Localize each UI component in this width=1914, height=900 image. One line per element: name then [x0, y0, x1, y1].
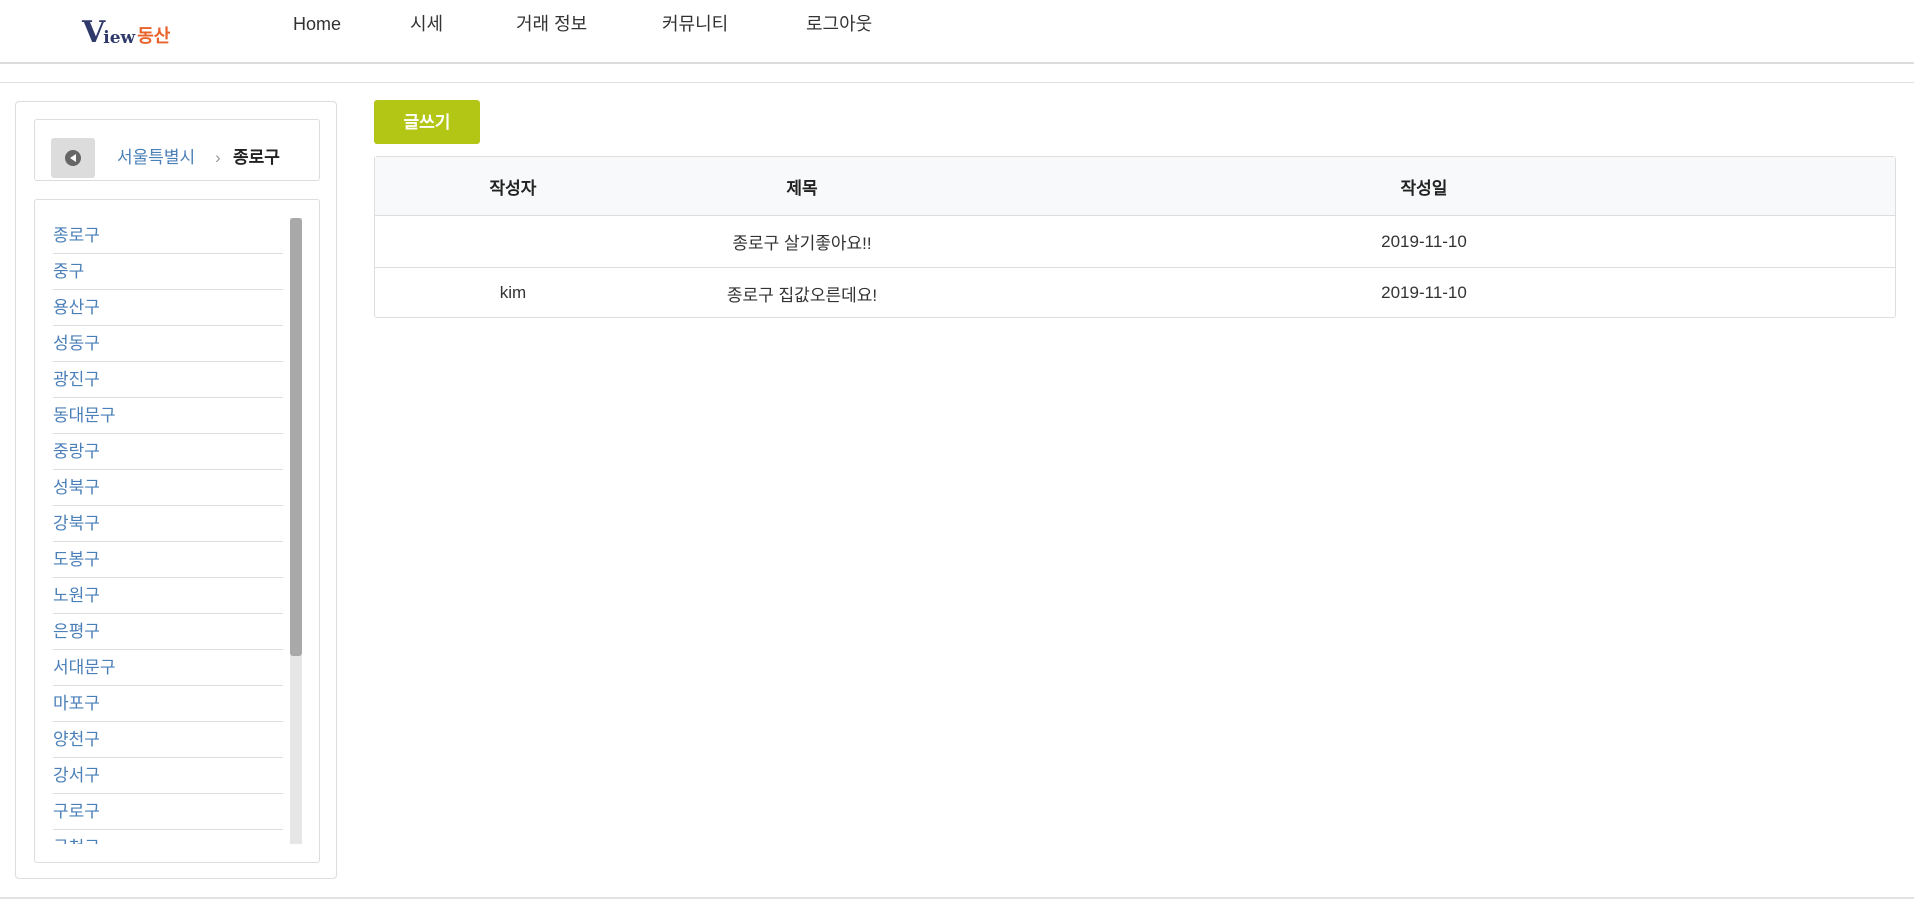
scrollbar-thumb[interactable] [290, 218, 302, 656]
district-item-gangbuk[interactable]: 강북구 [53, 506, 283, 542]
district-item-dongdaemun[interactable]: 동대문구 [53, 398, 283, 434]
breadcrumb-separator: › [215, 148, 221, 167]
district-sidebar: 서울특별시 › 종로구 종로구 중구 용산구 성동구 광진구 동대문구 중랑구 … [15, 101, 337, 879]
header-divider [0, 82, 1914, 83]
row-date: 2019-11-10 [1381, 231, 1467, 251]
column-date: 작성일 [1400, 178, 1448, 198]
row-author: kim [499, 283, 527, 302]
district-item-yangcheon[interactable]: 양천구 [53, 722, 283, 758]
district-item-guro[interactable]: 구로구 [53, 794, 283, 830]
write-post-button[interactable]: 글쓰기 [374, 100, 480, 144]
district-item-gangseo[interactable]: 강서구 [53, 758, 283, 794]
district-item-seongbuk[interactable]: 성북구 [53, 470, 283, 506]
row-author [375, 216, 651, 267]
district-item-mapo[interactable]: 마포구 [53, 686, 283, 722]
row-title-link[interactable]: 종로구 살기좋아요!! [651, 216, 953, 267]
column-title: 제목 [786, 178, 818, 198]
nav-community[interactable]: 커뮤니티 [662, 10, 728, 38]
table-row[interactable]: kim 종로구 집값오른데요! 2019-11-10 [375, 268, 1895, 318]
logo-letter-v: V [82, 15, 106, 50]
district-item-gwangjin[interactable]: 광진구 [53, 362, 283, 398]
arrow-circle-left-icon [65, 150, 81, 166]
row-title-link[interactable]: 종로구 집값오른데요! [651, 268, 953, 318]
nav-trade-info[interactable]: 거래 정보 [516, 10, 587, 38]
breadcrumb-current: 종로구 [233, 148, 280, 167]
district-item-nowon[interactable]: 노원구 [53, 578, 283, 614]
nav-price[interactable]: 시세 [410, 10, 443, 38]
breadcrumb-parent-link[interactable]: 서울특별시 [117, 146, 195, 170]
district-list-panel: 종로구 중구 용산구 성동구 광진구 동대문구 중랑구 성북구 강북구 도봉구 … [34, 199, 320, 863]
top-navbar: V iew 동산 Home 시세 거래 정보 커뮤니티 로그아웃 [0, 0, 1914, 64]
nav-home[interactable]: Home [293, 10, 341, 38]
district-item-jongno[interactable]: 종로구 [53, 218, 283, 254]
back-button[interactable] [51, 138, 95, 178]
district-item-seongdong[interactable]: 성동구 [53, 326, 283, 362]
logo-korean-text: 동산 [137, 26, 171, 47]
district-item-seodaemun[interactable]: 서대문구 [53, 650, 283, 686]
district-item-yongsan[interactable]: 용산구 [53, 290, 283, 326]
column-author: 작성자 [489, 178, 537, 198]
district-item-jung[interactable]: 중구 [53, 254, 283, 290]
logo-latin-text: iew [103, 28, 136, 48]
row-date: 2019-11-10 [1381, 283, 1467, 302]
table-row[interactable]: 종로구 살기좋아요!! 2019-11-10 [375, 216, 1895, 268]
site-logo[interactable]: V iew 동산 [82, 14, 171, 50]
breadcrumb: 서울특별시 › 종로구 [34, 119, 320, 181]
table-header: 작성자 제목 작성일 [375, 157, 1895, 216]
district-list[interactable]: 종로구 중구 용산구 성동구 광진구 동대문구 중랑구 성북구 강북구 도봉구 … [53, 218, 283, 844]
district-item-eunpyeong[interactable]: 은평구 [53, 614, 283, 650]
post-table: 작성자 제목 작성일 종로구 살기좋아요!! 2019-11-10 kim 종로… [374, 156, 1896, 318]
district-list-scrollbar[interactable] [290, 218, 302, 844]
nav-logout[interactable]: 로그아웃 [806, 10, 872, 38]
district-item-geumcheon[interactable]: 금천구 [53, 830, 283, 844]
district-item-dobong[interactable]: 도봉구 [53, 542, 283, 578]
footer-divider [0, 897, 1914, 899]
district-item-jungnang[interactable]: 중랑구 [53, 434, 283, 470]
